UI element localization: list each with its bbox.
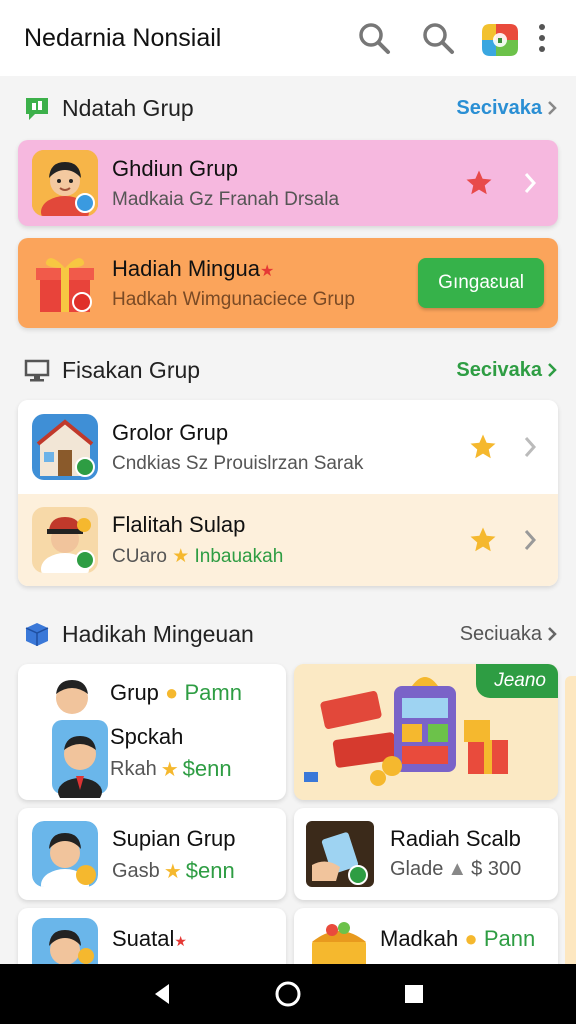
tile-line1: Grup ● Pamn: [110, 680, 242, 706]
sparkle-icon: ★: [174, 933, 187, 949]
tile-title: Spckah: [110, 724, 184, 749]
plane-badge-icon: [75, 457, 95, 477]
avatar: [32, 821, 98, 887]
group-list: Grolor Grup Cndkias Sz Prouislrzan Sarak…: [18, 400, 558, 586]
card-title: Hadiah Mingua★: [112, 256, 418, 282]
tile-subtitle-a: Glade: [390, 858, 444, 880]
reward-tile-radiah[interactable]: Radiah Scalb Glade ▲ $ 300: [294, 808, 558, 900]
card-title: Ghdiun Grup: [112, 155, 238, 181]
chevron-right-icon: [548, 627, 557, 641]
section-title: Fisakan Grup: [62, 356, 201, 383]
tile-title-text: Suatal: [112, 926, 175, 951]
tile-title-a: Madkah: [380, 926, 459, 951]
reward-tile-supian[interactable]: Supian Grup Gasb ★ $enn: [18, 808, 286, 900]
section-header-hadikah: Hadikah Mingeuan Seciuaka: [22, 614, 558, 654]
app-logo-icon[interactable]: [476, 14, 524, 62]
see-all-label: Seciuaka: [459, 622, 542, 645]
avatars-icon: [52, 680, 108, 798]
chevron-right-icon[interactable]: [516, 433, 544, 461]
coin-icon: ●: [165, 680, 179, 705]
star-small-icon: ★: [163, 860, 182, 883]
reward-card-hadiah[interactable]: Hadiah Mingua★ Hadkah Wimgunaciece Grup …: [18, 238, 558, 328]
box-icon: [22, 619, 52, 649]
tile-title: Supian Grup: [112, 826, 236, 851]
item-title: Grolor Grup: [112, 419, 229, 445]
see-all-link[interactable]: Secivaka: [456, 359, 558, 382]
tile-subtitle: Gasb ★ $enn: [112, 858, 235, 884]
avatar: [32, 507, 98, 573]
tile-title: Radiah Scalb: [390, 826, 521, 851]
see-all-link[interactable]: Seciuaka: [460, 623, 558, 646]
next-card-peek: [565, 676, 576, 976]
gift-icon: [32, 250, 98, 316]
see-all-label: Secivaka: [456, 358, 542, 381]
star-small-icon: ★: [160, 758, 179, 781]
star-small-icon: ★: [172, 546, 190, 567]
item-title: Flalitah Sulap: [112, 512, 246, 537]
tile-subtitle-b: $ 300: [471, 858, 522, 880]
avatar: [32, 150, 98, 216]
hat-icon: ▲: [447, 858, 468, 880]
section-header-fisakan: Fisakan Grup Secivaka: [22, 350, 558, 390]
search-icon-secondary[interactable]: [418, 18, 458, 58]
section-title: Ndatah Grup: [62, 94, 194, 121]
back-icon[interactable]: [151, 982, 173, 1006]
sparkle-icon: ★: [259, 262, 275, 280]
section-title: Hadikah Mingeuan: [62, 620, 254, 647]
coin-icon: ●: [464, 926, 478, 951]
chevron-right-icon: [548, 363, 557, 377]
reward-tile-grup[interactable]: Grup ● Pamn Spckah Rkah ★ $enn: [18, 664, 286, 800]
payment-icon: [306, 821, 374, 887]
card-title-text: Hadiah Mingua: [112, 255, 260, 281]
promo-banner[interactable]: Jeano: [294, 664, 558, 800]
promo-tag: Jeano: [476, 664, 558, 698]
tile-subtitle-b: $enn: [182, 756, 232, 781]
more-options-icon[interactable]: [532, 24, 552, 52]
tile-title: Suatal★: [112, 926, 187, 952]
item-subtitle-b: Inbauakah: [194, 546, 284, 567]
chevron-right-icon[interactable]: [516, 169, 544, 197]
tile-subtitle: Rkah ★ $enn: [110, 756, 232, 782]
monitor-icon: [22, 355, 52, 385]
recents-icon[interactable]: [403, 983, 425, 1005]
app-title: Nedarnia Nonsiail: [24, 23, 222, 52]
tile-title-b: Pann: [483, 926, 536, 951]
card-subtitle: Madkaia Gz Franah Drsala: [112, 188, 340, 210]
top-app-bar: Nedarnia Nonsiail: [0, 0, 576, 76]
chevron-right-icon[interactable]: [516, 526, 544, 554]
tile-title: Madkah ● Pann: [380, 926, 535, 952]
star-icon[interactable]: [464, 168, 494, 198]
chevron-right-icon: [548, 101, 557, 115]
item-subtitle-a: CUaro: [112, 546, 167, 567]
see-all-link[interactable]: Secivaka: [456, 97, 558, 120]
tile-subtitle-a: Gasb: [112, 859, 160, 882]
tile-subtitle-b: $enn: [185, 858, 235, 883]
verified-badge-icon: [75, 193, 95, 213]
list-item[interactable]: Flalitah Sulap CUaro ★ Inbauakah: [18, 494, 558, 586]
star-icon[interactable]: [468, 525, 498, 555]
search-icon[interactable]: [354, 18, 394, 58]
list-item[interactable]: Grolor Grup Cndkias Sz Prouislrzan Sarak: [18, 400, 558, 494]
avatar: [32, 414, 98, 480]
section-header-ndatah: Ndatah Grup Secivaka: [22, 88, 558, 128]
tile-subtitle-a: Rkah: [110, 757, 157, 780]
card-subtitle: Hadkah Wimgunaciece Grup: [112, 288, 355, 310]
chat-bubble-icon: [22, 93, 52, 123]
home-icon[interactable]: [274, 980, 302, 1008]
tile-line1a: Grup: [110, 680, 159, 705]
item-subtitle: Cndkias Sz Prouislrzan Sarak: [112, 452, 364, 474]
tile-subtitle: Glade ▲ $ 300: [390, 858, 521, 881]
item-subtitle: CUaro ★ Inbauakah: [112, 545, 468, 568]
tile-line1b: Pamn: [184, 680, 242, 705]
claim-button[interactable]: Gıngaɛual: [418, 258, 544, 308]
see-all-label: Secivaka: [456, 96, 542, 119]
star-icon[interactable]: [468, 432, 498, 462]
system-nav-bar: [0, 964, 576, 1024]
plane-badge-icon: [75, 550, 95, 570]
group-card-ghdiun[interactable]: Ghdiun Grup Madkaia Gz Franah Drsala: [18, 140, 558, 226]
